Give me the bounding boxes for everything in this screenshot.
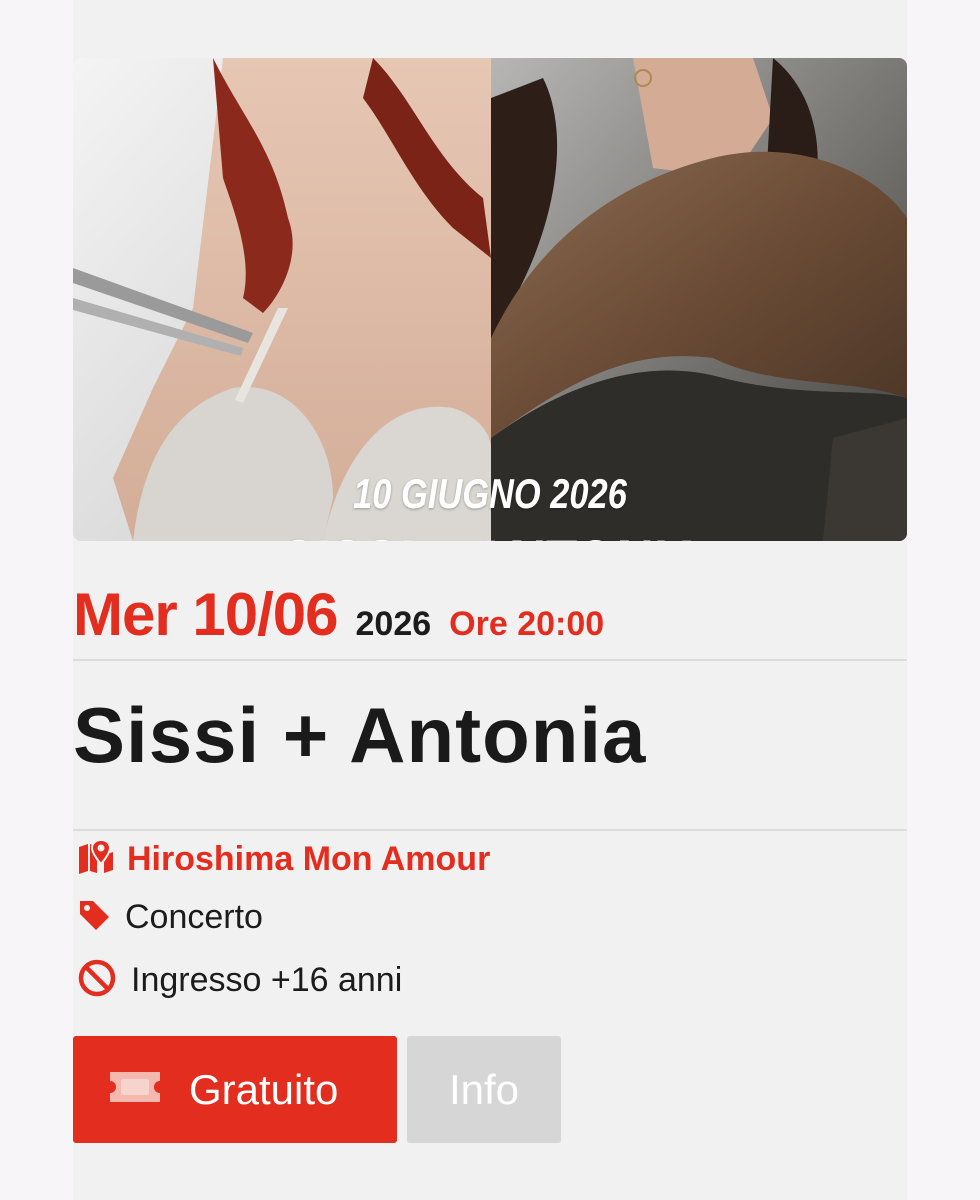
event-image[interactable]: 10 GIUGNO 2026 SISSI + ANTONIA [73,58,907,541]
event-year: 2026 [355,605,432,643]
ticket-icon [107,1069,163,1110]
hero-date-text: 10 GIUGNO 2026 [353,470,627,517]
venue-link[interactable]: Hiroshima Mon Amour [127,840,490,879]
tag-icon [77,898,111,937]
category-text: Concerto [125,898,263,936]
map-marker-icon [77,838,115,881]
divider [73,659,907,661]
category-row: Concerto [77,898,263,937]
event-photo-illustration [73,58,907,541]
age-restriction-text: Ingresso +16 anni [131,961,403,999]
info-label: Info [448,1065,520,1113]
event-time: Ore 20:00 [449,605,605,643]
ban-icon [77,958,117,1003]
hero-title-text: SISSI + ANTONIA [165,530,816,541]
event-day: Mer 10/06 [73,581,339,648]
info-button[interactable]: Info [407,1036,561,1143]
event-card: 10 GIUGNO 2026 SISSI + ANTONIA Mer 10/06… [73,0,907,1200]
venue-row[interactable]: Hiroshima Mon Amour [77,838,490,881]
event-title: Sissi + Antonia [73,691,647,779]
free-ticket-button[interactable]: Gratuito [73,1036,397,1143]
free-ticket-label: Gratuito [189,1065,339,1113]
divider [73,829,907,831]
event-date: Mer 10/06 2026 Ore 20:00 [73,580,604,650]
age-row: Ingresso +16 anni [77,958,402,1003]
